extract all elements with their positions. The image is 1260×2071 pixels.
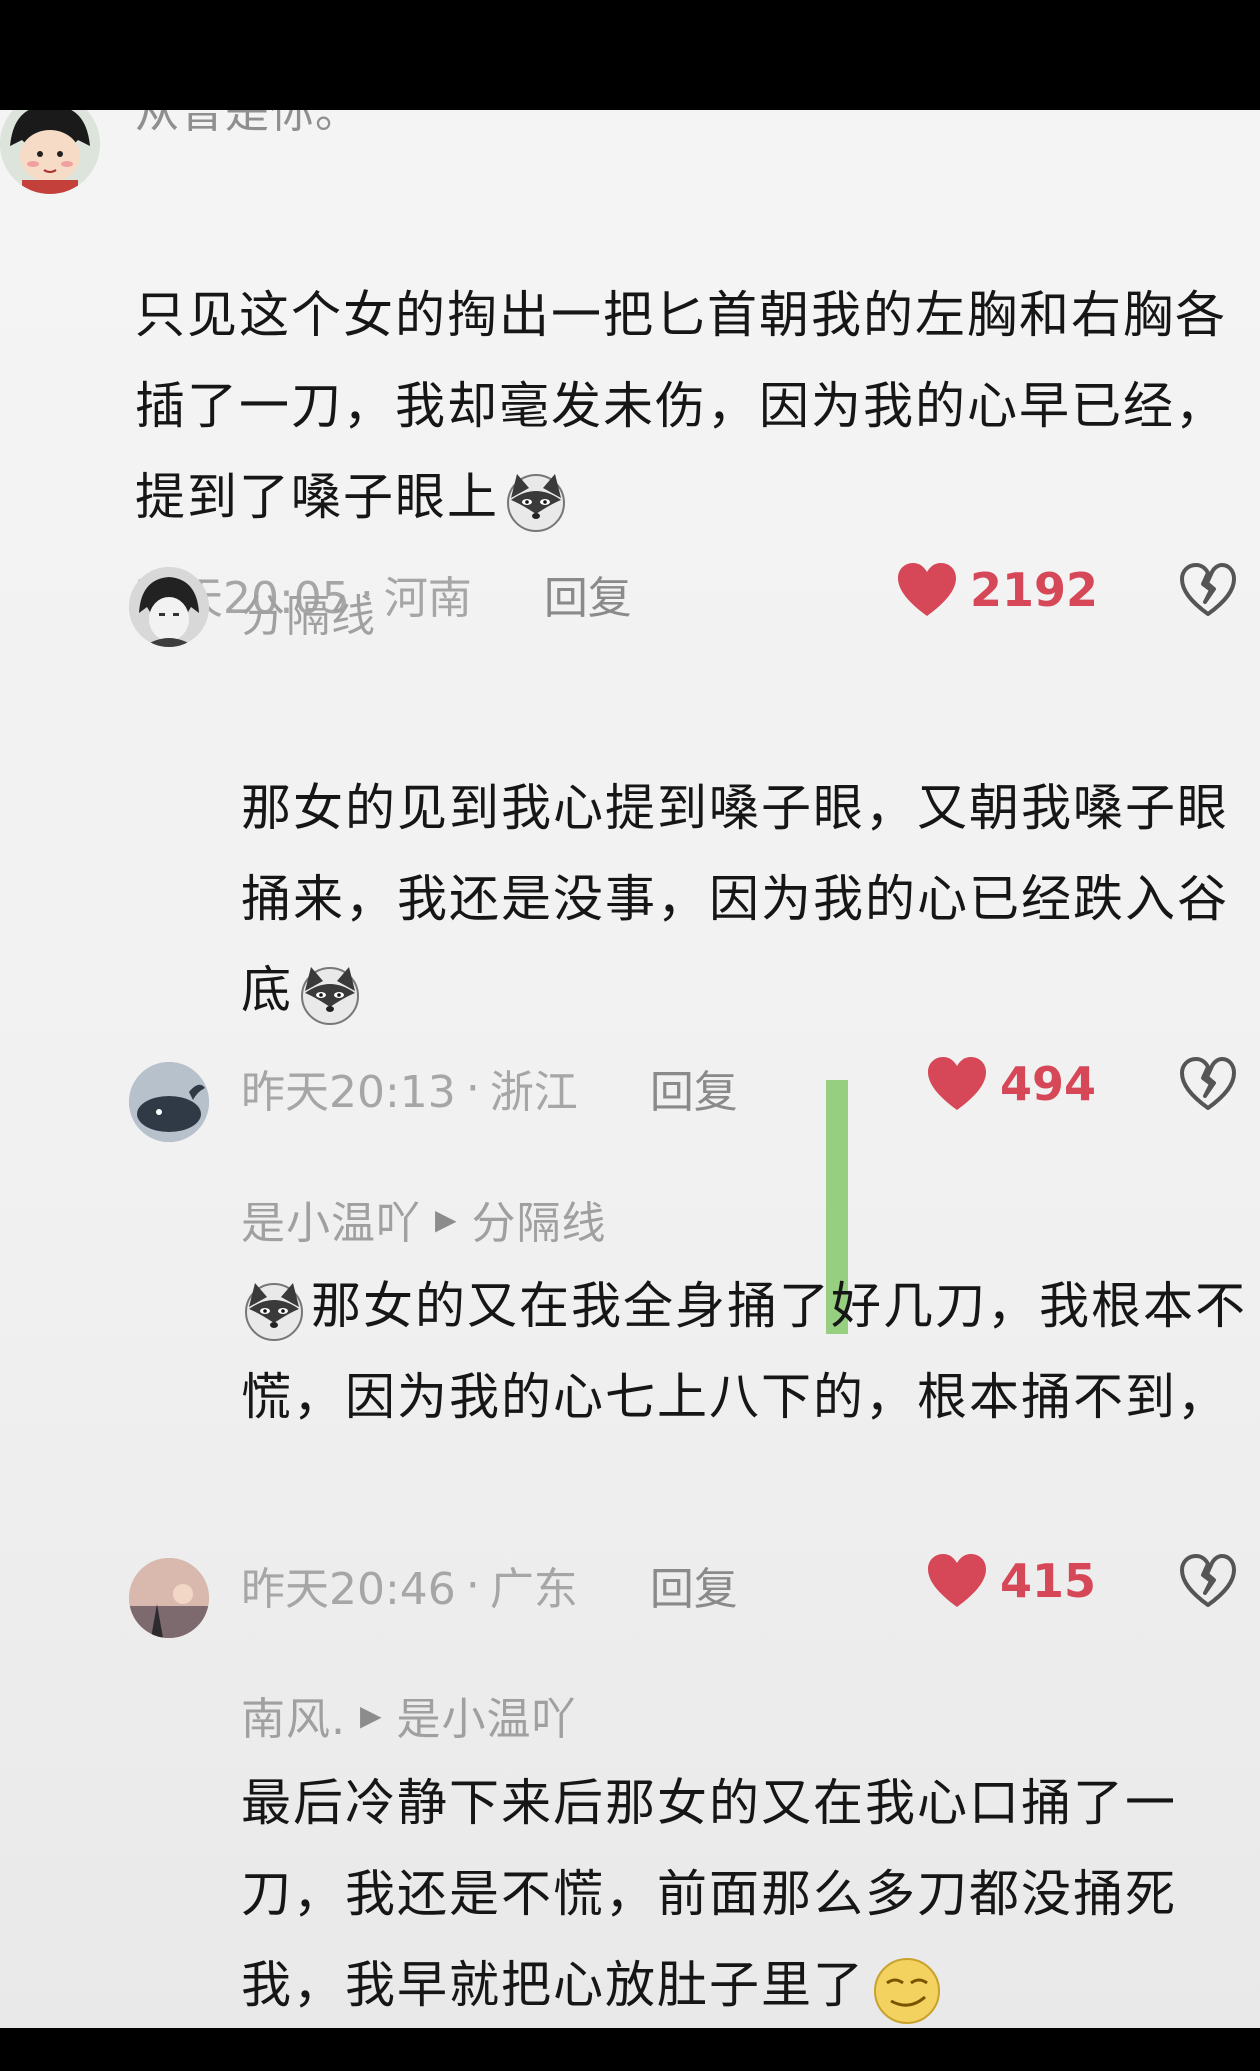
comment-text: 那女的又在我全身捅了好几刀，我根本不慌，因为我的心七上八下的，根本捅不到， [241, 1261, 1251, 1443]
comment-screen: 从曾是你。 只见这个女的掏出一把匕首朝我的左胸和右胸各插了一刀，我却毫发未伤，因… [0, 110, 1260, 2028]
dislike-broken-heart-icon[interactable] [1178, 562, 1238, 618]
comment-location: 浙江 [489, 1067, 578, 1118]
comment-username-row: 分隔线 [241, 580, 376, 644]
heart-icon [928, 1057, 986, 1110]
dislike-broken-heart-icon[interactable] [1178, 1056, 1238, 1112]
cut-off-comment-text: 从曾是你。 [135, 110, 360, 138]
like-button[interactable]: 494 [926, 1056, 1096, 1112]
reply-arrow-icon: ▶ [360, 1698, 383, 1732]
husky-emoji-icon [241, 1277, 307, 1343]
like-button[interactable]: 415 [926, 1553, 1096, 1609]
avatar[interactable] [129, 1558, 209, 1638]
comment-location: 广东 [489, 1564, 578, 1615]
sunset-avatar-icon [129, 1558, 209, 1638]
comment-username-row: 是小温吖 ▶ 分隔线 [241, 1187, 607, 1251]
like-button[interactable]: 2192 [896, 562, 1098, 618]
meta-separator: · [465, 1559, 480, 1611]
cartoon-girl-avatar-icon [0, 110, 100, 194]
husky-emoji-icon [297, 961, 363, 1027]
reply-to-username[interactable]: 分隔线 [472, 1187, 607, 1251]
smirk-emoji-icon [869, 1951, 945, 2027]
comment-meta: 昨天20:13 · 浙江 回复 [241, 1056, 738, 1120]
comment-time: 昨天20:46 [241, 1564, 456, 1615]
comment-text: 那女的见到我心提到嗓子眼，又朝我嗓子眼捅来，我还是没事，因为我的心已经跌入谷底 [241, 763, 1251, 1036]
anime-boy-avatar-icon [129, 567, 209, 647]
comment-location: 河南 [383, 573, 472, 624]
comment-text: 只见这个女的掏出一把匕首朝我的左胸和右胸各插了一刀，我却毫发未伤，因为我的心早已… [135, 270, 1245, 543]
meta-separator: · [465, 1062, 480, 1114]
dislike-broken-heart-icon[interactable] [1178, 1553, 1238, 1609]
avatar[interactable] [0, 110, 100, 194]
heart-icon [928, 1554, 986, 1607]
comment-text: 最后冷静下来后那女的又在我心口捅了一刀，我还是不慌，前面那么多刀都没捅死我，我早… [241, 1758, 1251, 2028]
like-count: 2192 [970, 563, 1099, 617]
comment-text-content: 最后冷静下来后那女的又在我心口捅了一刀，我还是不慌，前面那么多刀都没捅死我，我早… [241, 1774, 1177, 2014]
comment-text-content: 只见这个女的掏出一把匕首朝我的左胸和右胸各插了一刀，我却毫发未伤，因为我的心早已… [135, 286, 1227, 526]
comment-text-content: 那女的又在我全身捅了好几刀，我根本不慌，因为我的心七上八下的，根本捅不到， [241, 1277, 1247, 1426]
comment-time: 昨天20:13 [241, 1067, 456, 1118]
reply-button[interactable]: 回复 [650, 1553, 738, 1617]
avatar[interactable] [129, 1062, 209, 1142]
comment-meta: 昨天20:46 · 广东 回复 [241, 1553, 738, 1617]
username[interactable]: 南风. [241, 1683, 346, 1747]
whale-art-avatar-icon [129, 1062, 209, 1142]
avatar[interactable] [129, 567, 209, 647]
husky-emoji-icon [503, 468, 569, 534]
reply-button[interactable]: 回复 [544, 562, 632, 626]
heart-icon [898, 563, 956, 616]
reply-button[interactable]: 回复 [650, 1056, 738, 1120]
comment-text-content: 那女的见到我心提到嗓子眼，又朝我嗓子眼捅来，我还是没事，因为我的心已经跌入谷底 [241, 779, 1229, 1019]
comment-meta: 昨天20:05 · 河南 回复 [135, 562, 632, 626]
like-count: 415 [1000, 1554, 1097, 1608]
username[interactable]: 分隔线 [241, 580, 376, 644]
comment-username-row: 南风. ▶ 是小温吖 [241, 1683, 577, 1747]
like-count: 494 [1000, 1057, 1097, 1111]
reply-arrow-icon: ▶ [435, 1202, 458, 1236]
username[interactable]: 是小温吖 [241, 1187, 421, 1251]
reply-to-username[interactable]: 是小温吖 [397, 1683, 577, 1747]
